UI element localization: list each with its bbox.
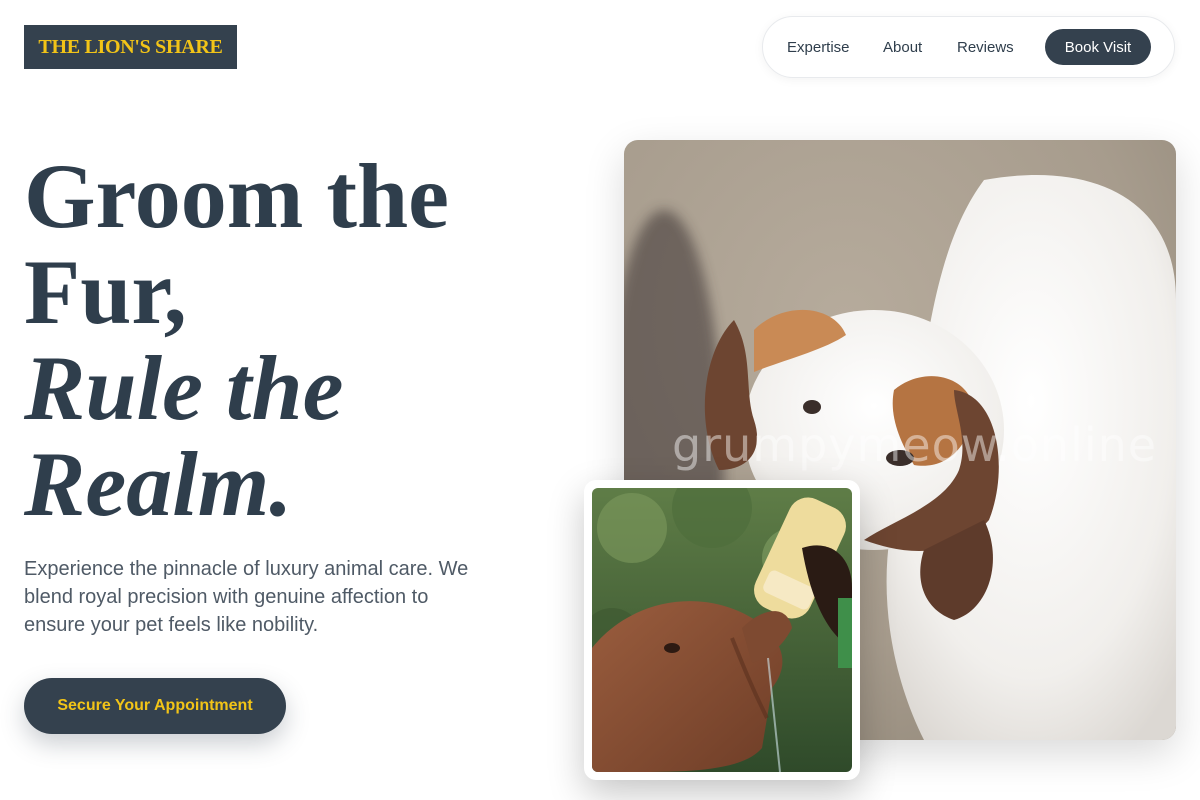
elephant-photo-card bbox=[584, 480, 860, 780]
secure-appointment-button[interactable]: Secure Your Appointment bbox=[24, 678, 286, 734]
nav-link-expertise[interactable]: Expertise bbox=[787, 17, 850, 77]
hero-subtitle: Experience the pinnacle of luxury animal… bbox=[24, 558, 469, 636]
image-watermark: grumpymeow.online bbox=[672, 418, 1158, 472]
nav-link-reviews[interactable]: Reviews bbox=[957, 17, 1014, 77]
hero-headline: Groom the Fur, Rule the Realm. bbox=[24, 148, 544, 532]
headline-line-3: Rule the bbox=[24, 337, 344, 439]
headline-line-1: Groom the bbox=[24, 145, 450, 247]
elephant-feeding-photo bbox=[592, 488, 852, 772]
brand-logo[interactable]: THE LION'S SHARE bbox=[24, 25, 237, 69]
book-visit-button[interactable]: Book Visit bbox=[1045, 29, 1151, 65]
headline-line-4: Realm. bbox=[24, 433, 293, 535]
nav-link-about[interactable]: About bbox=[883, 17, 922, 77]
main-nav: Expertise About Reviews Book Visit bbox=[762, 16, 1175, 78]
headline-line-2: Fur, bbox=[24, 241, 187, 343]
